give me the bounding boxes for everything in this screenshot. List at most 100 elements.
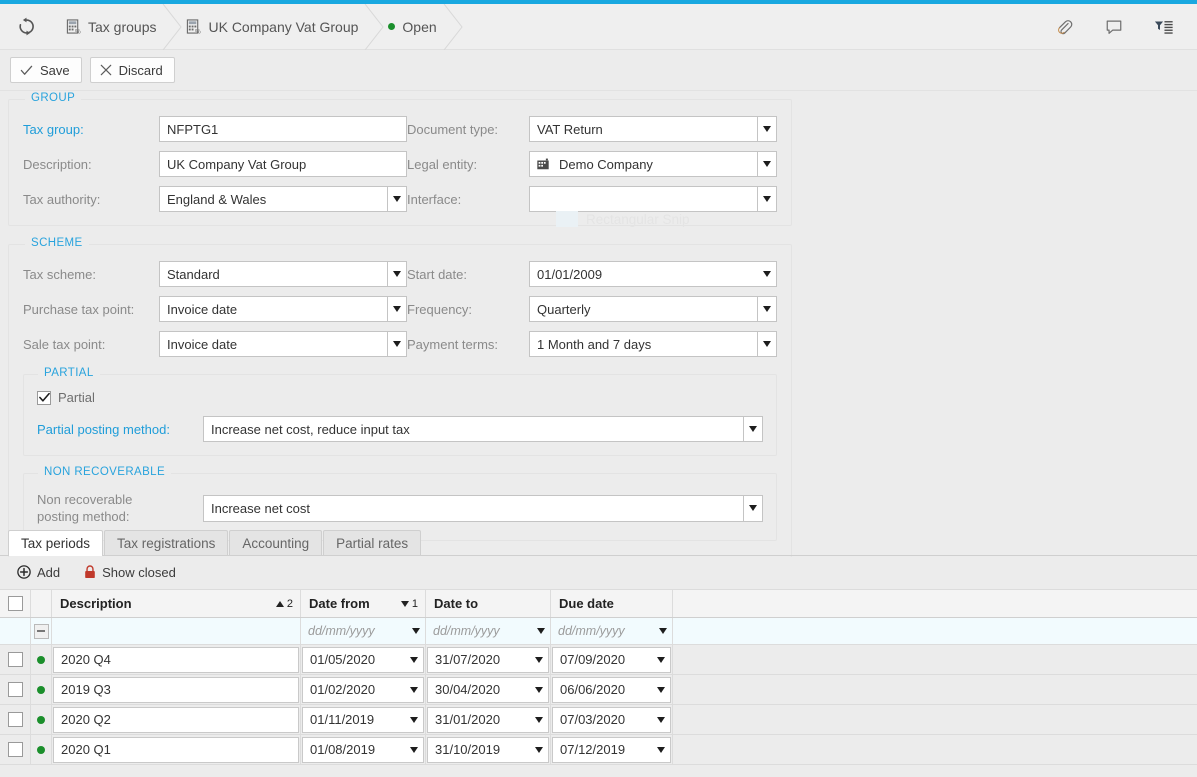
breadcrumb-item-record[interactable]: % UK Company Vat Group [172,3,385,50]
row-description-input[interactable]: 2020 Q2 [53,706,299,733]
payment-terms-select[interactable]: 1 Month and 7 days [529,331,777,357]
sort-indicator-date-from[interactable]: 1 [400,598,418,610]
row-date-from-input[interactable]: 01/05/2020 [302,646,424,673]
column-header-description[interactable]: Description 2 [52,590,301,617]
tab-accounting[interactable]: Accounting [229,530,323,555]
chevron-down-icon[interactable] [406,628,425,634]
chevron-down-icon[interactable] [529,746,548,753]
chevron-down-icon[interactable] [404,716,423,723]
row-due-date-input[interactable]: 07/09/2020 [552,646,671,673]
row-date-to-input[interactable]: 30/04/2020 [427,676,549,703]
partial-posting-method-label[interactable]: Partial posting method: [37,422,203,437]
chevron-down-icon[interactable] [531,628,550,634]
row-date-from-cell[interactable]: 01/05/2020 [301,645,426,674]
tab-tax-registrations[interactable]: Tax registrations [104,530,229,555]
row-due-date-cell[interactable]: 07/03/2020 [551,705,673,734]
refresh-button[interactable] [0,4,52,50]
row-description-cell[interactable]: 2019 Q3 [52,675,301,704]
row-description-cell[interactable]: 2020 Q2 [52,705,301,734]
chevron-down-icon[interactable] [651,746,670,753]
row-due-date-input[interactable]: 07/03/2020 [552,706,671,733]
tax-authority-select[interactable]: England & Wales [159,186,407,212]
filter-date-from-input[interactable]: dd/mm/yyyy [301,618,425,644]
filter-description-cell[interactable] [52,618,301,644]
row-description-cell[interactable]: 2020 Q4 [52,645,301,674]
chevron-down-icon[interactable] [651,656,670,663]
tax-scheme-select[interactable]: Standard [159,261,407,287]
chevron-down-icon[interactable] [743,495,762,521]
row-due-date-cell[interactable]: 07/09/2020 [551,645,673,674]
chevron-down-icon[interactable] [757,152,776,176]
chevron-down-icon[interactable] [404,656,423,663]
row-date-from-input[interactable]: 01/08/2019 [302,736,424,763]
partial-posting-method-select[interactable]: Increase net cost, reduce input tax [203,416,763,442]
column-header-date-from[interactable]: Date from 1 [301,590,426,617]
chevron-down-icon[interactable] [651,686,670,693]
filter-date-from-cell[interactable]: dd/mm/yyyy [301,618,426,644]
tab-partial-rates[interactable]: Partial rates [323,530,422,555]
chevron-down-icon[interactable] [529,716,548,723]
chevron-down-icon[interactable] [404,686,423,693]
column-header-due-date[interactable]: Due date [551,590,673,617]
breadcrumb-item-tax-groups[interactable]: % Tax groups [52,3,183,50]
discard-button[interactable]: Discard [89,57,175,83]
row-select-checkbox[interactable] [7,652,23,667]
table-row[interactable]: 2020 Q4 01/05/2020 31/07/2020 07/09/2020 [0,645,1197,675]
chevron-down-icon[interactable] [743,417,762,441]
purchase-tax-point-select[interactable]: Invoice date [159,296,407,322]
filter-due-date-cell[interactable]: dd/mm/yyyy [551,618,673,644]
filter-list-button[interactable] [1153,16,1175,38]
column-header-date-to[interactable]: Date to [426,590,551,617]
clear-filter-button[interactable] [33,623,49,639]
add-button[interactable]: Add [10,562,67,583]
chevron-down-icon[interactable] [651,716,670,723]
chevron-down-icon[interactable] [387,332,406,356]
interface-select[interactable] [529,186,777,212]
sale-tax-point-select[interactable]: Invoice date [159,331,407,357]
row-date-from-cell[interactable]: 01/02/2020 [301,675,426,704]
legal-entity-select[interactable]: Demo Company [529,151,777,177]
row-date-from-cell[interactable]: 01/11/2019 [301,705,426,734]
row-date-from-input[interactable]: 01/02/2020 [302,676,424,703]
filter-due-date-input[interactable]: dd/mm/yyyy [551,618,672,644]
row-description-cell[interactable]: 2020 Q1 [52,735,301,764]
tax-group-input[interactable]: NFPTG1 [159,116,407,142]
save-button[interactable]: Save [10,57,82,83]
row-select-checkbox[interactable] [7,712,23,727]
tax-group-label[interactable]: Tax group: [23,122,159,137]
row-date-to-input[interactable]: 31/07/2020 [427,646,549,673]
row-description-input[interactable]: 2019 Q3 [53,676,299,703]
chevron-down-icon[interactable] [757,187,776,211]
frequency-select[interactable]: Quarterly [529,296,777,322]
table-row[interactable]: 2020 Q1 01/08/2019 31/10/2019 07/12/2019 [0,735,1197,765]
filter-description-input[interactable] [52,618,300,644]
filter-date-to-cell[interactable]: dd/mm/yyyy [426,618,551,644]
breadcrumb-item-status[interactable]: Open [374,3,463,50]
row-date-to-cell[interactable]: 31/10/2019 [426,735,551,764]
description-input[interactable]: UK Company Vat Group [159,151,407,177]
calendar-dropdown-icon[interactable] [757,262,776,286]
start-date-input[interactable]: 01/01/2009 [529,261,777,287]
row-description-input[interactable]: 2020 Q1 [53,736,299,763]
chevron-down-icon[interactable] [404,746,423,753]
comment-button[interactable] [1103,16,1125,38]
partial-checkbox[interactable] [37,390,51,405]
row-date-from-cell[interactable]: 01/08/2019 [301,735,426,764]
table-row[interactable]: 2020 Q2 01/11/2019 31/01/2020 07/03/2020 [0,705,1197,735]
chevron-down-icon[interactable] [529,686,548,693]
row-date-to-input[interactable]: 31/01/2020 [427,706,549,733]
chevron-down-icon[interactable] [387,187,406,211]
row-due-date-input[interactable]: 06/06/2020 [552,676,671,703]
document-type-select[interactable]: VAT Return [529,116,777,142]
row-date-to-input[interactable]: 31/10/2019 [427,736,549,763]
row-date-to-cell[interactable]: 31/01/2020 [426,705,551,734]
row-select-checkbox[interactable] [7,742,23,757]
row-due-date-cell[interactable]: 06/06/2020 [551,675,673,704]
show-closed-button[interactable]: Show closed [77,562,183,583]
row-date-to-cell[interactable]: 31/07/2020 [426,645,551,674]
attachment-button[interactable] [1053,16,1075,38]
chevron-down-icon[interactable] [757,332,776,356]
row-date-to-cell[interactable]: 30/04/2020 [426,675,551,704]
chevron-down-icon[interactable] [757,297,776,321]
chevron-down-icon[interactable] [387,297,406,321]
